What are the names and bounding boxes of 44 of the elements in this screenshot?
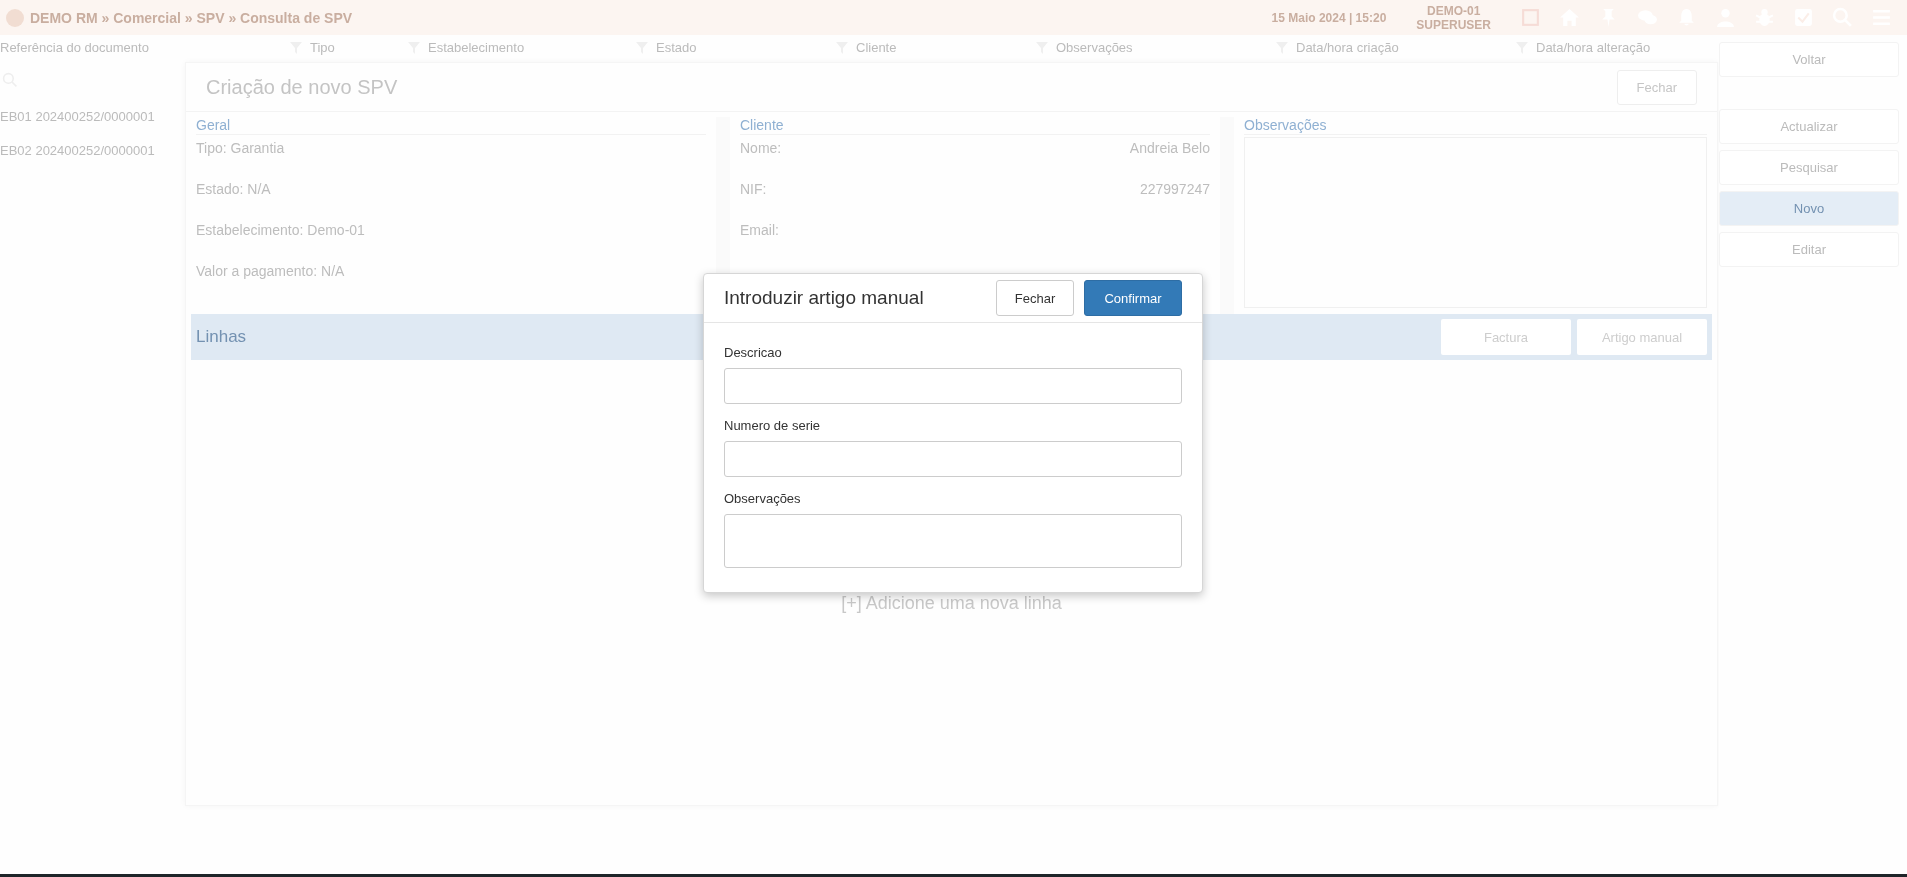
- dialog-title: Introduzir artigo manual: [724, 287, 924, 309]
- field-label: Numero de serie: [724, 418, 822, 433]
- column-header[interactable]: Referência do documento: [0, 40, 149, 55]
- field-label: Nome:: [740, 139, 782, 158]
- input-field[interactable]: [724, 368, 1182, 404]
- user-name: SUPERUSER: [1416, 17, 1491, 32]
- action-button[interactable]: Voltar: [1719, 42, 1899, 77]
- panel-title: Criação de novo SPV: [206, 75, 398, 99]
- field-text: Tipo: Garantia: [196, 139, 286, 158]
- action-button[interactable]: Actualizar: [1719, 109, 1899, 144]
- date-time: 15 Maio 2024 | 15:20: [1271, 10, 1387, 25]
- section-title: Cliente: [740, 117, 1210, 135]
- column-header[interactable]: Estado: [656, 40, 697, 55]
- column-header[interactable]: Estabelecimento: [428, 40, 525, 55]
- establishment-name: DEMO-01: [1427, 3, 1481, 18]
- column-header[interactable]: Tipo: [310, 40, 335, 55]
- section-title: Observações: [1244, 117, 1707, 135]
- column-header[interactable]: Data/hora alteração: [1536, 40, 1651, 55]
- column-header[interactable]: Cliente: [856, 40, 897, 55]
- action-button[interactable]: Novo: [1719, 191, 1899, 226]
- field-label: Descricao: [724, 345, 783, 360]
- field-value: Andreia Belo: [1129, 139, 1210, 158]
- field-value: 227997247: [1139, 180, 1210, 199]
- lines-title: Linhas: [196, 327, 247, 347]
- close-button[interactable]: Fechar: [1616, 69, 1697, 105]
- document-reference[interactable]: EB02 202400252/0000001: [0, 134, 180, 168]
- confirm-button[interactable]: Confirmar: [1084, 280, 1182, 316]
- field-text: Valor a pagamento: N/A: [196, 262, 346, 281]
- field-label: Observações: [724, 491, 802, 506]
- section-title: Geral: [196, 117, 706, 135]
- field-text: Estado: N/A: [196, 180, 272, 199]
- field-label: Email:: [740, 221, 779, 240]
- logo-icon: [6, 8, 24, 27]
- input-field[interactable]: [724, 441, 1182, 477]
- column-header[interactable]: Data/hora criação: [1296, 40, 1399, 55]
- action-button[interactable]: Pesquisar: [1719, 150, 1899, 185]
- notes-field[interactable]: [724, 514, 1182, 568]
- close-button[interactable]: Fechar: [996, 280, 1074, 316]
- action-button[interactable]: Editar: [1719, 232, 1899, 267]
- document-reference[interactable]: EB01 202400252/0000001: [0, 100, 180, 134]
- field-label: NIF:: [740, 180, 767, 199]
- column-header[interactable]: Observações: [1056, 40, 1133, 55]
- field-text: Estabelecimento: Demo-01: [196, 221, 366, 240]
- breadcrumb: DEMO RM » Comercial » SPV » Consulta de SPV: [30, 9, 353, 26]
